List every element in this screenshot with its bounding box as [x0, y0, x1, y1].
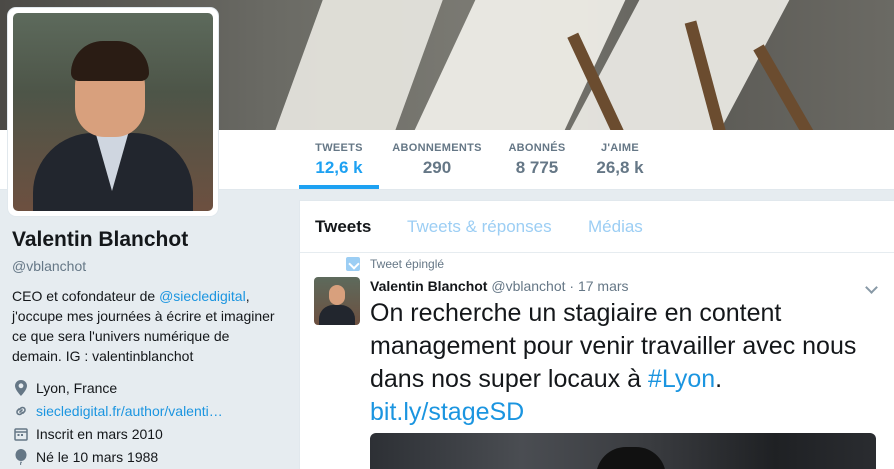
stat-likes-value: 26,8 k: [596, 158, 644, 177]
timeline-tabs: Tweets Tweets & réponses Médias: [300, 201, 894, 253]
stat-tweets-value: 12,6 k: [315, 158, 363, 177]
pin-icon: [346, 257, 360, 271]
profile-name[interactable]: Valentin Blanchot: [12, 228, 282, 252]
meta-website: siecledigital.fr/author/valenti…: [12, 399, 282, 422]
tweet-hashtag[interactable]: #Lyon: [648, 365, 715, 393]
profile-meta: Lyon, France siecledigital.fr/author/val…: [12, 376, 282, 468]
bio-prefix: CEO et cofondateur de: [12, 288, 160, 304]
caret-down-icon[interactable]: [865, 281, 878, 294]
avatar-photo: [13, 13, 213, 211]
stat-followers[interactable]: ABONNÉS 8 775: [505, 142, 569, 178]
stat-following-label: ABONNEMENTS: [392, 142, 482, 154]
tab-media[interactable]: Médias: [588, 217, 643, 237]
tweet-text-end: .: [715, 365, 723, 393]
tweet-media-image[interactable]: [370, 433, 876, 469]
stat-likes-label: J'AIME: [600, 142, 640, 154]
stat-followers-value: 8 775: [515, 158, 559, 177]
stat-followers-label: ABONNÉS: [508, 142, 566, 154]
tweet-handle[interactable]: @vblanchot: [491, 278, 565, 294]
stat-tweets[interactable]: TWEETS 12,6 k: [314, 142, 364, 178]
location-icon: [12, 379, 30, 396]
bio-mention-link[interactable]: @siecledigital: [159, 288, 246, 304]
profile-handle[interactable]: @vblanchot: [12, 258, 282, 274]
tweet-text: On recherche un stagiaire en content man…: [370, 297, 890, 429]
meta-location: Lyon, France: [12, 376, 282, 399]
website-link[interactable]: siecledigital.fr/author/valenti…: [36, 403, 223, 419]
profile-bio: CEO et cofondateur de @siecledigital, j'…: [12, 286, 282, 366]
birthday-text: Né le 10 mars 1988: [36, 448, 159, 465]
meta-joined: Inscrit en mars 2010: [12, 422, 282, 445]
active-stat-indicator: [299, 185, 379, 189]
pinned-label: Tweet épinglé: [370, 257, 445, 271]
tweet-author[interactable]: Valentin Blanchot: [370, 278, 487, 294]
stat-following[interactable]: ABONNEMENTS 290: [392, 142, 482, 178]
profile-avatar[interactable]: [8, 8, 218, 216]
link-icon: [12, 403, 30, 419]
stat-following-value: 290: [422, 158, 452, 177]
tweet-avatar[interactable]: [314, 277, 360, 325]
balloon-icon: [12, 448, 30, 465]
tweet-body: On recherche un stagiaire en content man…: [370, 299, 857, 393]
timeline: Tweets Tweets & réponses Médias Tweet ép…: [299, 200, 894, 469]
location-text: Lyon, France: [36, 379, 118, 396]
calendar-icon: [12, 426, 30, 442]
pinned-indicator: Tweet épinglé: [346, 257, 444, 271]
meta-birthday: Né le 10 mars 1988: [12, 445, 282, 468]
stat-likes[interactable]: J'AIME 26,8 k: [593, 142, 647, 178]
tweet-header: Valentin Blanchot @vblanchot · 17 mars: [370, 278, 629, 294]
stat-tweets-label: TWEETS: [315, 142, 363, 154]
tab-tweets[interactable]: Tweets: [315, 217, 371, 237]
profile-sidebar: Valentin Blanchot @vblanchot CEO et cofo…: [12, 228, 282, 468]
tweet-link[interactable]: bit.ly/stageSD: [370, 398, 524, 426]
tab-tweets-replies[interactable]: Tweets & réponses: [407, 217, 552, 237]
joined-text: Inscrit en mars 2010: [36, 425, 163, 442]
tweet-date[interactable]: · 17 mars: [569, 278, 628, 294]
